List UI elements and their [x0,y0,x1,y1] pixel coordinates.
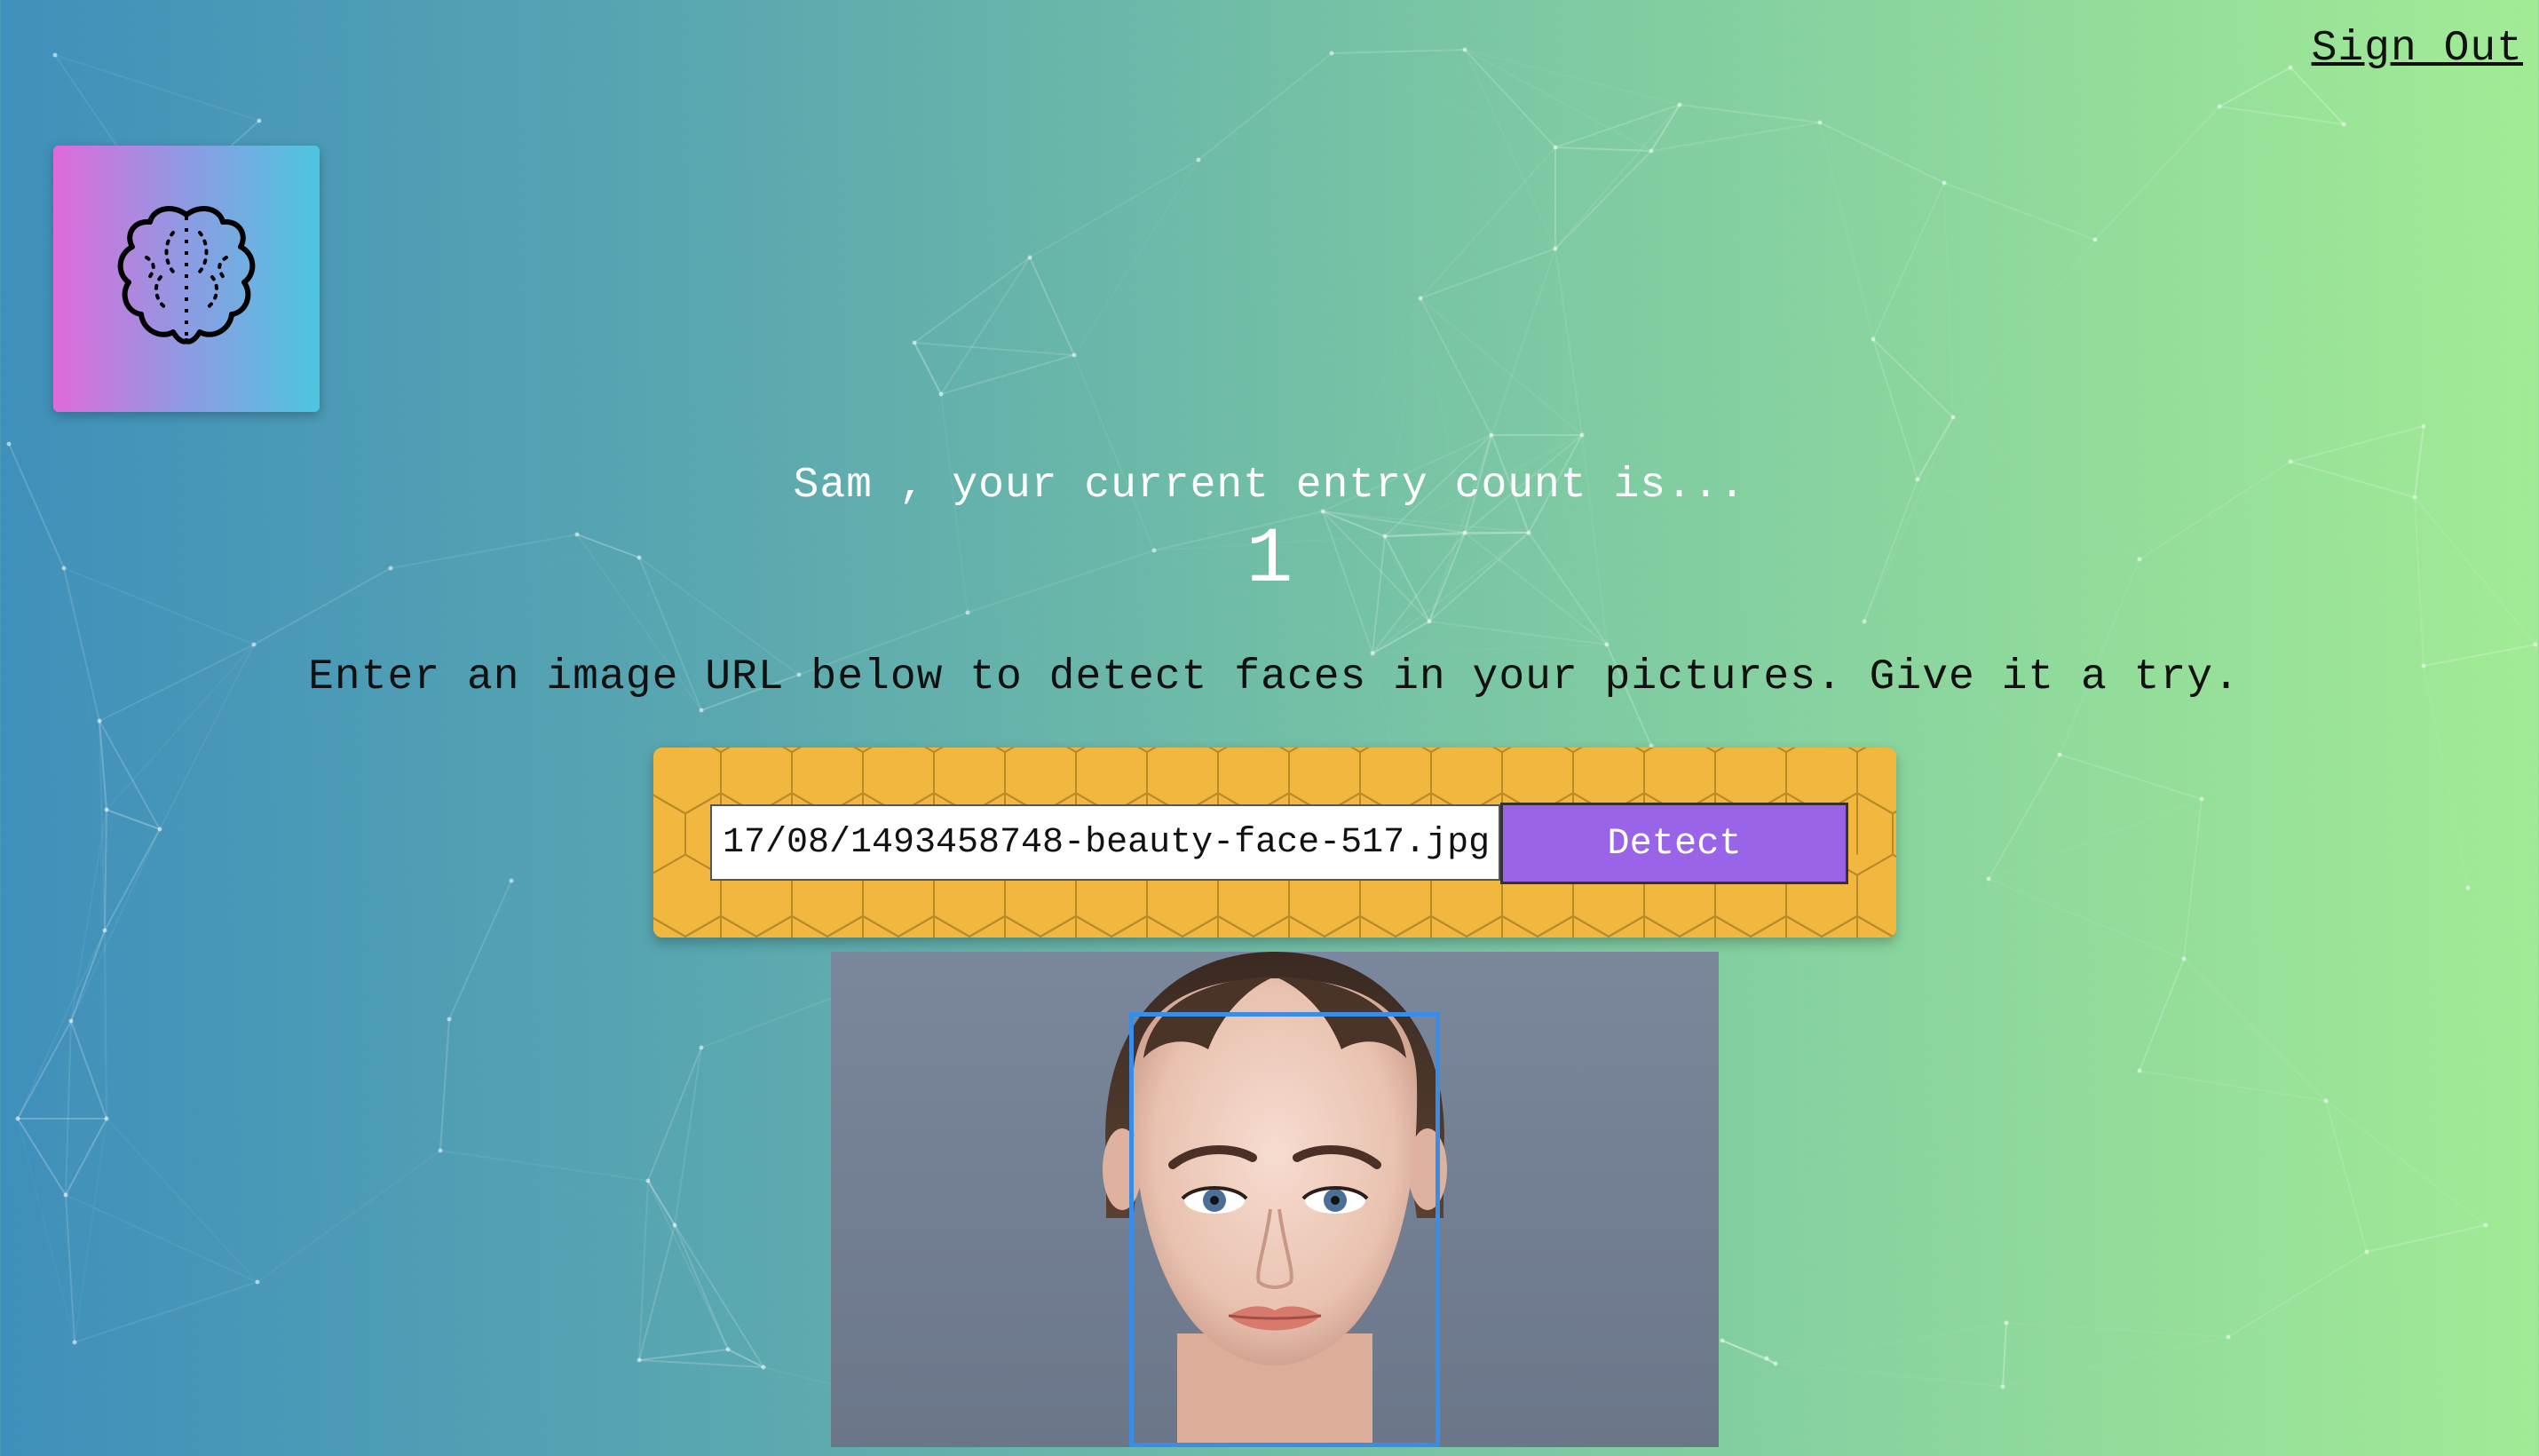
image-link-form: Detect [653,748,1896,938]
logo [53,146,320,412]
instructions-text: Enter an image URL below to detect faces… [308,653,2240,701]
brain-icon [117,206,256,344]
entry-count-greeting: Sam , your current entry count is... [793,462,1746,510]
face-detection-result [831,952,1719,1447]
face-bounding-box [1129,1012,1440,1447]
entry-count-value: 1 [1246,517,1293,605]
sign-out-link[interactable]: Sign Out [2312,25,2523,73]
detect-button[interactable]: Detect [1500,803,1848,884]
image-url-input[interactable] [710,804,1500,881]
